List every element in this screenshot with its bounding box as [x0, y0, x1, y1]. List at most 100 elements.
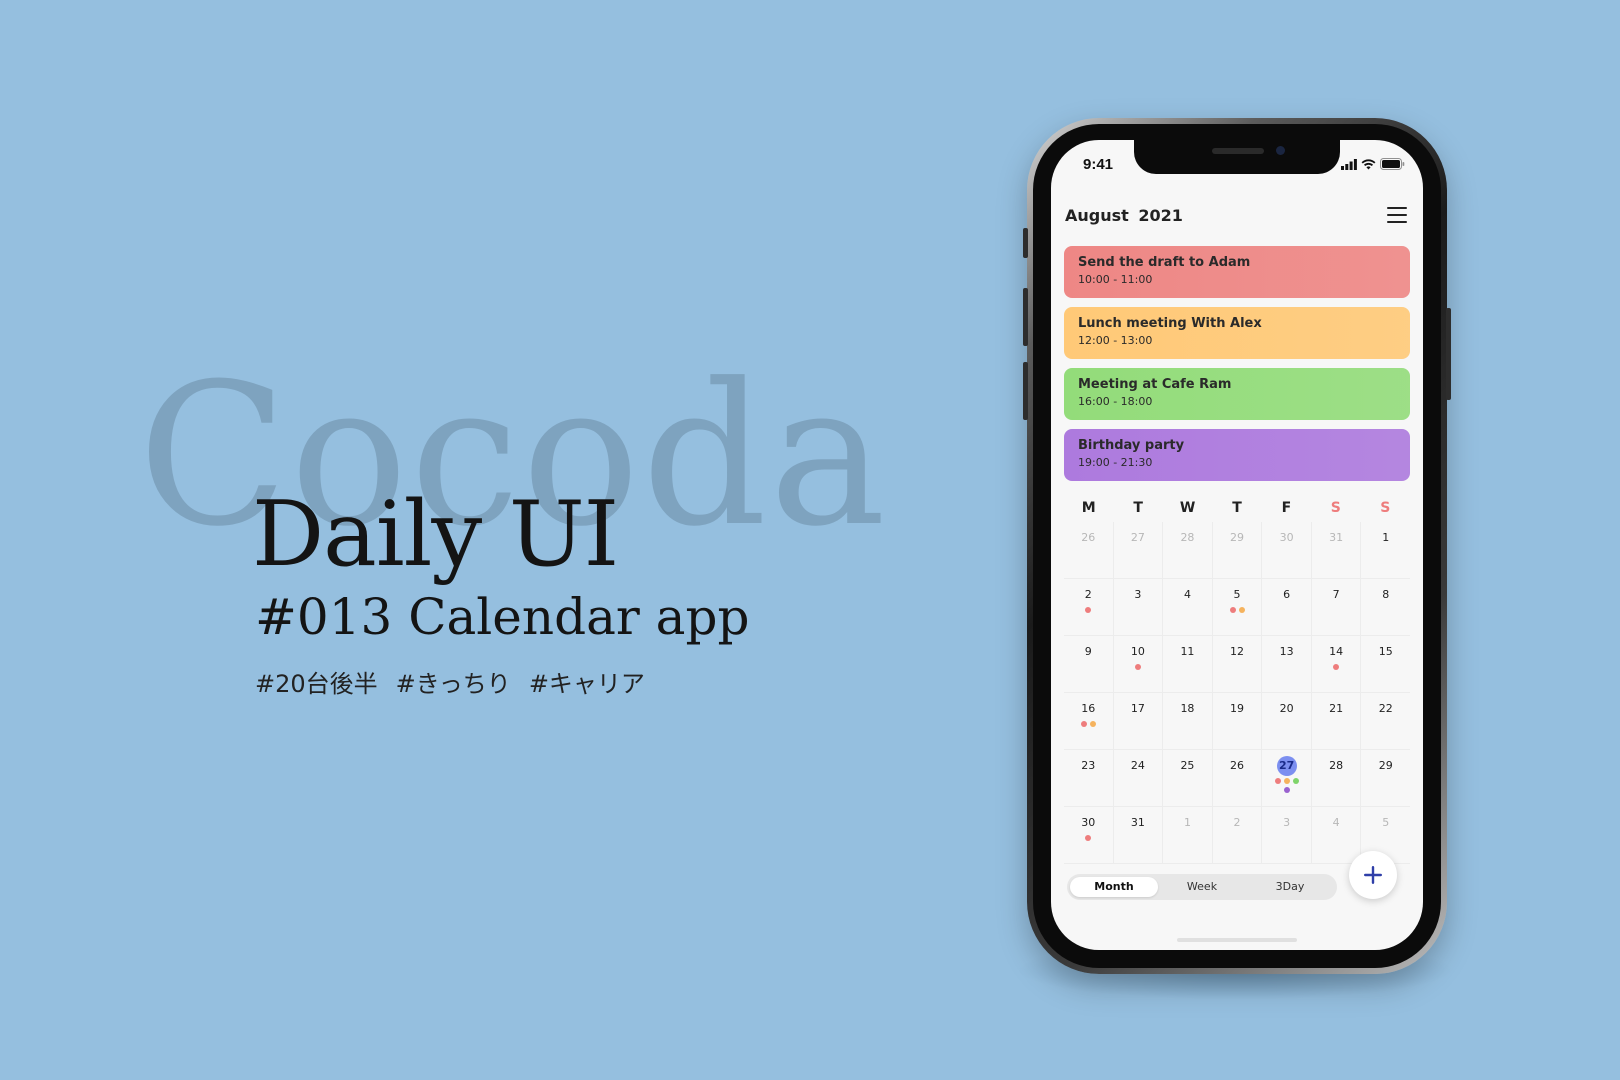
day-number: 13	[1279, 645, 1294, 658]
day-number: 6	[1283, 588, 1291, 601]
calendar-day[interactable]: 2	[1212, 807, 1263, 864]
calendar-day[interactable]: 15	[1361, 636, 1411, 693]
day-number: 20	[1279, 702, 1294, 715]
weekday-label: T	[1133, 500, 1143, 516]
calendar-week-row: 26 27 28 29 30 31 1	[1064, 522, 1411, 579]
tab-3day[interactable]: 3Day	[1246, 877, 1334, 897]
notch	[1134, 140, 1340, 174]
calendar-day[interactable]: 17	[1113, 693, 1164, 750]
calendar-day[interactable]: 4	[1311, 807, 1362, 864]
event-dot-red	[1080, 721, 1087, 727]
calendar-day[interactable]: 30	[1064, 807, 1114, 864]
day-number: 28	[1329, 759, 1344, 772]
calendar-day[interactable]: 7	[1311, 579, 1362, 636]
view-switcher: Month Week 3Day	[1067, 874, 1337, 900]
day-number: 23	[1081, 759, 1096, 772]
status-time: 9:41	[1083, 156, 1114, 173]
day-number: 22	[1378, 702, 1393, 715]
event-time: 12:00 - 13:00	[1078, 334, 1153, 347]
calendar-day[interactable]: 12	[1212, 636, 1263, 693]
calendar-day[interactable]: 4	[1163, 579, 1213, 636]
day-number: 17	[1130, 702, 1145, 715]
day-number: 5	[1233, 588, 1241, 601]
calendar-day[interactable]: 19	[1212, 693, 1263, 750]
calendar-week-row: 9 10 11 12 13 14 15	[1064, 636, 1411, 693]
hero-subtitle: #013 Calendar app	[255, 588, 750, 646]
day-number: 3	[1283, 816, 1291, 829]
calendar-day[interactable]: 21	[1311, 693, 1362, 750]
calendar-day[interactable]: 9	[1064, 636, 1114, 693]
battery-icon	[1380, 158, 1405, 170]
event-title: Meeting at Cafe Ram	[1078, 377, 1232, 392]
tab-month[interactable]: Month	[1070, 877, 1158, 897]
day-number: 25	[1180, 759, 1195, 772]
calendar-day[interactable]: 3	[1113, 579, 1164, 636]
calendar-day[interactable]: 31	[1113, 807, 1164, 864]
calendar-day[interactable]: 11	[1163, 636, 1213, 693]
signal-icon	[1341, 158, 1357, 170]
calendar-day[interactable]: 3	[1262, 807, 1312, 864]
day-number: 26	[1230, 759, 1245, 772]
day-number: 14	[1329, 645, 1344, 658]
calendar-day[interactable]: 2	[1064, 579, 1114, 636]
day-number: 5	[1382, 816, 1390, 829]
day-number: 15	[1378, 645, 1393, 658]
event-card[interactable]: Send the draft to Adam 10:00 - 11:00	[1064, 246, 1410, 298]
calendar-day-today[interactable]: 27	[1262, 750, 1312, 807]
event-time: 10:00 - 11:00	[1078, 273, 1153, 286]
calendar-day[interactable]: 22	[1361, 693, 1411, 750]
day-number: 7	[1332, 588, 1340, 601]
calendar-day[interactable]: 6	[1262, 579, 1312, 636]
event-card[interactable]: Meeting at Cafe Ram 16:00 - 18:00	[1064, 368, 1410, 420]
calendar-day[interactable]: 28	[1163, 522, 1213, 579]
tab-week[interactable]: Week	[1158, 877, 1246, 897]
power-button	[1446, 308, 1451, 400]
event-dot-red	[1274, 778, 1281, 784]
calendar-day[interactable]: 10	[1113, 636, 1164, 693]
calendar-day[interactable]: 26	[1064, 522, 1114, 579]
day-number: 4	[1332, 816, 1340, 829]
calendar-day[interactable]: 30	[1262, 522, 1312, 579]
day-number: 24	[1130, 759, 1145, 772]
event-dot-red	[1134, 664, 1141, 670]
event-dot-red	[1333, 664, 1340, 670]
calendar-day[interactable]: 31	[1311, 522, 1362, 579]
event-card[interactable]: Birthday party 19:00 - 21:30	[1064, 429, 1410, 481]
event-dots	[1072, 607, 1104, 613]
calendar-day[interactable]: 25	[1163, 750, 1213, 807]
calendar-day[interactable]: 5	[1212, 579, 1263, 636]
calendar-day[interactable]: 18	[1163, 693, 1213, 750]
event-dot-orange	[1089, 721, 1096, 727]
add-event-button[interactable]	[1349, 851, 1397, 899]
day-number: 16	[1081, 702, 1096, 715]
calendar-day[interactable]: 20	[1262, 693, 1312, 750]
day-number: 2	[1084, 588, 1092, 601]
day-number: 4	[1183, 588, 1191, 601]
month-year-title: August 2021	[1065, 206, 1183, 225]
calendar-day[interactable]: 27	[1113, 522, 1164, 579]
calendar-day[interactable]: 29	[1361, 750, 1411, 807]
calendar-day[interactable]: 24	[1113, 750, 1164, 807]
event-dot-orange	[1238, 607, 1245, 613]
front-camera	[1276, 146, 1285, 155]
calendar-day[interactable]: 29	[1212, 522, 1263, 579]
event-dot-red	[1229, 607, 1236, 613]
calendar-day[interactable]: 1	[1361, 522, 1411, 579]
event-card[interactable]: Lunch meeting With Alex 12:00 - 13:00	[1064, 307, 1410, 359]
hero-tag: #20台後半	[255, 670, 378, 698]
calendar-day[interactable]: 28	[1311, 750, 1362, 807]
calendar-day[interactable]: 26	[1212, 750, 1263, 807]
event-dot-red	[1085, 607, 1092, 613]
calendar-day[interactable]: 14	[1311, 636, 1362, 693]
day-number: 27	[1130, 531, 1145, 544]
event-dots	[1320, 664, 1352, 670]
calendar-day[interactable]: 23	[1064, 750, 1114, 807]
event-time: 19:00 - 21:30	[1078, 456, 1153, 469]
calendar-day[interactable]: 8	[1361, 579, 1411, 636]
calendar-day[interactable]: 1	[1163, 807, 1213, 864]
status-icons	[1341, 158, 1405, 170]
hamburger-menu-icon[interactable]	[1387, 207, 1407, 223]
day-number: 27	[1276, 756, 1297, 776]
calendar-day[interactable]: 13	[1262, 636, 1312, 693]
calendar-day[interactable]: 16	[1064, 693, 1114, 750]
